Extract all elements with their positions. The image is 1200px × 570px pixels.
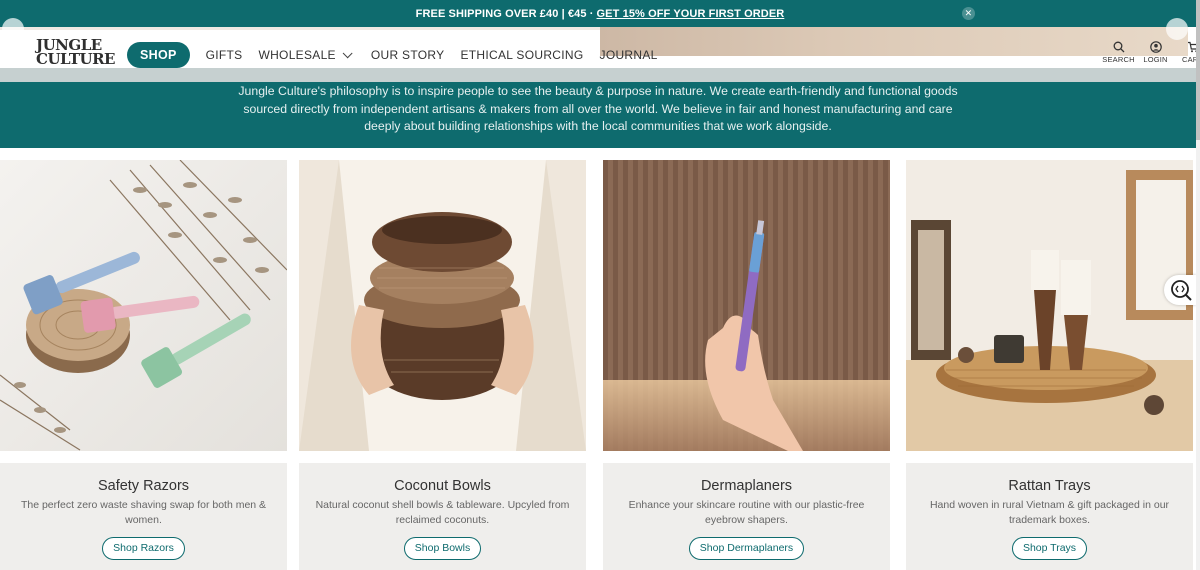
hero-background	[600, 27, 1188, 56]
search-label: SEARCH	[1102, 55, 1135, 64]
main-nav: SHOP GIFTS WHOLESALE OUR STORY ETHICAL S…	[127, 42, 666, 68]
product-info-bowls: Coconut Bowls Natural coconut shell bowl…	[299, 463, 586, 570]
product-title: Dermaplaners	[700, 478, 793, 494]
close-icon[interactable]: ✕	[962, 7, 975, 20]
logo-line-2: CULTURE	[36, 50, 116, 68]
search-icon	[1113, 41, 1124, 53]
user-icon	[1149, 41, 1162, 53]
login-button[interactable]: LOGIN	[1139, 41, 1172, 64]
hero-background-left	[0, 27, 600, 30]
product-card-razors: Safety Razors The perfect zero waste sha…	[0, 160, 287, 570]
product-description: The perfect zero waste shaving swap for …	[20, 499, 267, 526]
nav-our-story[interactable]: OUR STORY	[371, 48, 445, 62]
search-button[interactable]: SEARCH	[1102, 41, 1135, 64]
philosophy-text: Jungle Culture's philosophy is to inspir…	[238, 84, 958, 133]
login-label: LOGIN	[1143, 55, 1168, 64]
announcement-text: FREE SHIPPING OVER £40 | €45 ·	[415, 7, 594, 20]
product-image-razors[interactable]	[0, 160, 287, 451]
scrollbar-thumb[interactable]	[1196, 0, 1200, 140]
product-info-dermaplaners: Dermaplaners Enhance your skincare routi…	[603, 463, 890, 570]
page: FREE SHIPPING OVER £40 | €45 · GET 15% O…	[0, 0, 1200, 570]
carousel-next-button[interactable]	[1166, 18, 1188, 40]
razors-photo	[0, 160, 287, 451]
dermaplaner-photo	[603, 160, 890, 451]
announcement-link[interactable]: GET 15% OFF YOUR FIRST ORDER	[597, 8, 785, 20]
nav-shop[interactable]: SHOP	[127, 42, 190, 68]
shop-dermaplaners-button[interactable]: Shop Dermaplaners	[688, 537, 805, 560]
zoom-icon	[1171, 280, 1192, 301]
product-description: Natural coconut shell bowls & tableware.…	[315, 499, 570, 526]
site-logo[interactable]: JUNGLE CULTURE	[36, 38, 116, 72]
product-info-trays: Rattan Trays Hand woven in rural Vietnam…	[906, 463, 1193, 570]
nav-ethical-sourcing[interactable]: ETHICAL SOURCING	[460, 48, 583, 62]
product-title: Rattan Trays	[1008, 478, 1091, 494]
carousel-prev-button[interactable]	[2, 18, 24, 40]
product-image-dermaplaners[interactable]	[603, 160, 890, 451]
shop-trays-button[interactable]: Shop Trays	[1011, 537, 1088, 560]
product-card-bowls: Coconut Bowls Natural coconut shell bowl…	[299, 160, 586, 570]
shop-bowls-button[interactable]: Shop Bowls	[403, 537, 482, 560]
product-description: Hand woven in rural Vietnam & gift packa…	[929, 499, 1170, 526]
product-info-razors: Safety Razors The perfect zero waste sha…	[0, 463, 287, 570]
product-card-dermaplaners: Dermaplaners Enhance your skincare routi…	[603, 160, 890, 570]
product-description: Enhance your skincare routine with our p…	[628, 499, 865, 526]
header-divider	[0, 68, 1200, 82]
zoom-button[interactable]	[1164, 275, 1196, 305]
chevron-down-icon	[342, 47, 353, 58]
product-card-trays: Rattan Trays Hand woven in rural Vietnam…	[906, 160, 1193, 570]
product-title: Coconut Bowls	[394, 478, 491, 494]
shop-razors-button[interactable]: Shop Razors	[102, 537, 185, 560]
philosophy-section: Jungle Culture's philosophy is to inspir…	[0, 82, 1196, 148]
product-image-trays[interactable]	[906, 160, 1193, 451]
bowls-photo	[299, 160, 586, 451]
nav-wholesale[interactable]: WHOLESALE	[258, 47, 353, 62]
product-title: Safety Razors	[97, 478, 190, 494]
product-image-bowls[interactable]	[299, 160, 586, 451]
header-utilities: SEARCH LOGIN CART	[1102, 41, 1200, 64]
product-grid: Safety Razors The perfect zero waste sha…	[0, 160, 1196, 570]
nav-gifts[interactable]: GIFTS	[206, 48, 243, 62]
nav-journal[interactable]: JOURNAL	[600, 48, 658, 62]
trays-photo	[906, 160, 1193, 451]
announcement-bar: FREE SHIPPING OVER £40 | €45 · GET 15% O…	[0, 0, 1200, 27]
page-scrollbar[interactable]	[1196, 0, 1200, 570]
nav-wholesale-label: WHOLESALE	[258, 48, 336, 62]
